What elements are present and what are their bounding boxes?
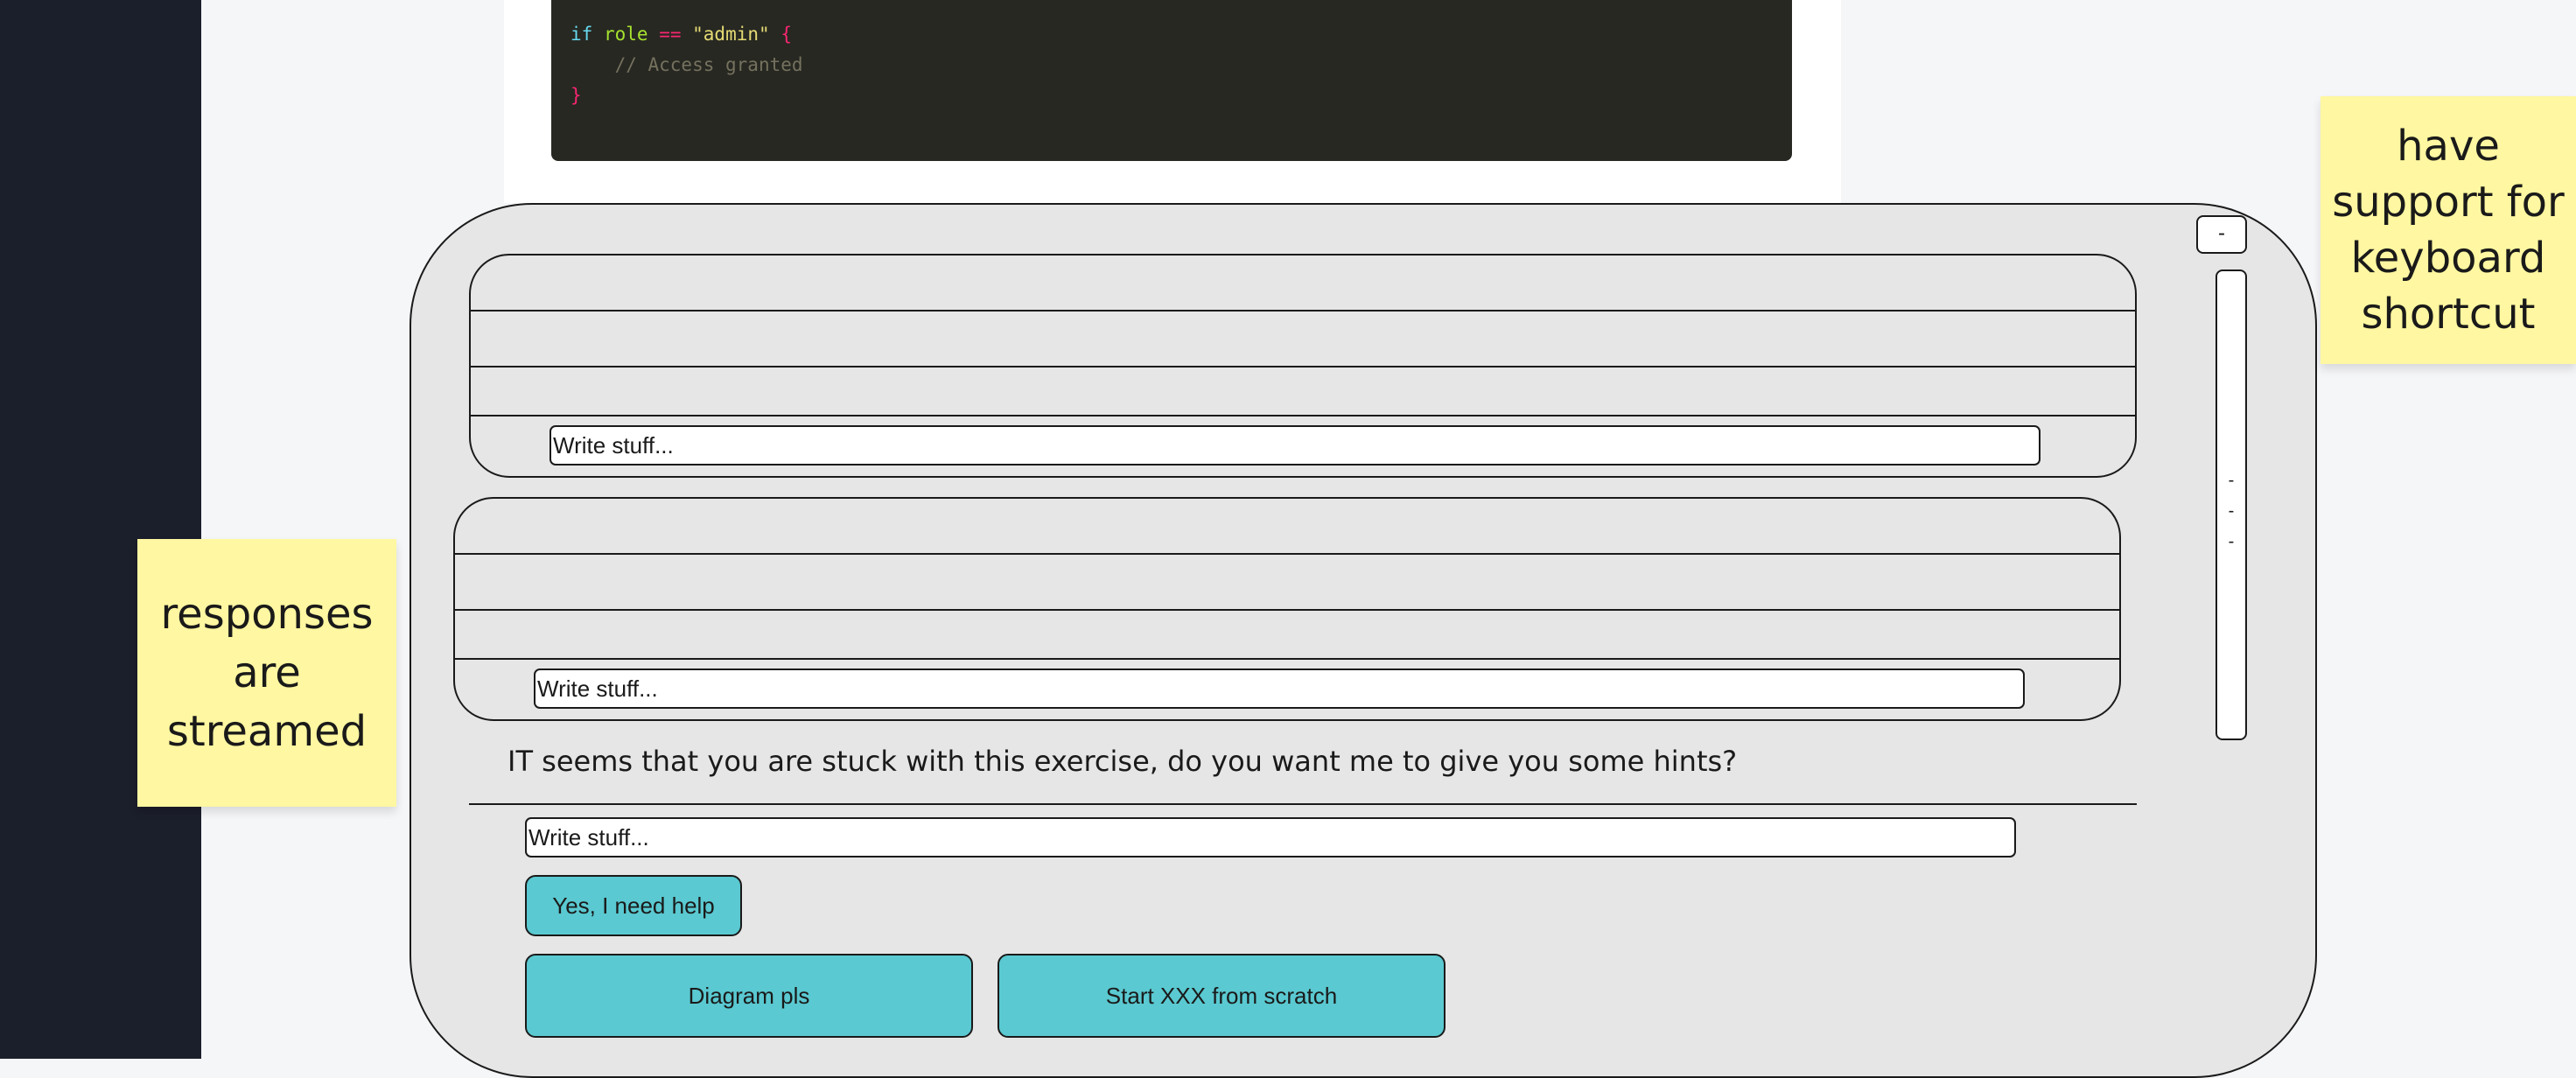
assistant-question: IT seems that you are stuck with this ex… (508, 745, 1738, 778)
message-line (471, 310, 2135, 312)
code-block: if role == "admin" { // Access granted} (551, 0, 1792, 161)
code-line-1: if role == "admin" { (570, 24, 792, 45)
collapse-button[interactable]: - (2196, 215, 2247, 254)
sidebar (0, 0, 201, 1059)
message-line (455, 658, 2119, 660)
sticky-note-streaming: responses are streamed (137, 539, 396, 807)
message-line (455, 609, 2119, 611)
code-line-3: } (570, 85, 582, 106)
chat-input-3[interactable] (525, 817, 2016, 858)
message-line (471, 415, 2135, 416)
code-line-2: // Access granted (614, 54, 803, 75)
message-line (471, 366, 2135, 368)
chat-input-2[interactable] (534, 668, 2025, 709)
scrollbar[interactable]: - - - (2216, 270, 2247, 740)
need-help-button[interactable]: Yes, I need help (525, 875, 742, 936)
scroll-grip[interactable]: - - - (2217, 466, 2245, 557)
diagram-button[interactable]: Diagram pls (525, 954, 973, 1038)
sticky-note-keyboard: have support for keyboard shortcut (2320, 96, 2576, 364)
message-line (455, 553, 2119, 555)
chat-input-1[interactable] (550, 425, 2040, 466)
divider (469, 803, 2137, 805)
start-from-scratch-button[interactable]: Start XXX from scratch (998, 954, 1446, 1038)
